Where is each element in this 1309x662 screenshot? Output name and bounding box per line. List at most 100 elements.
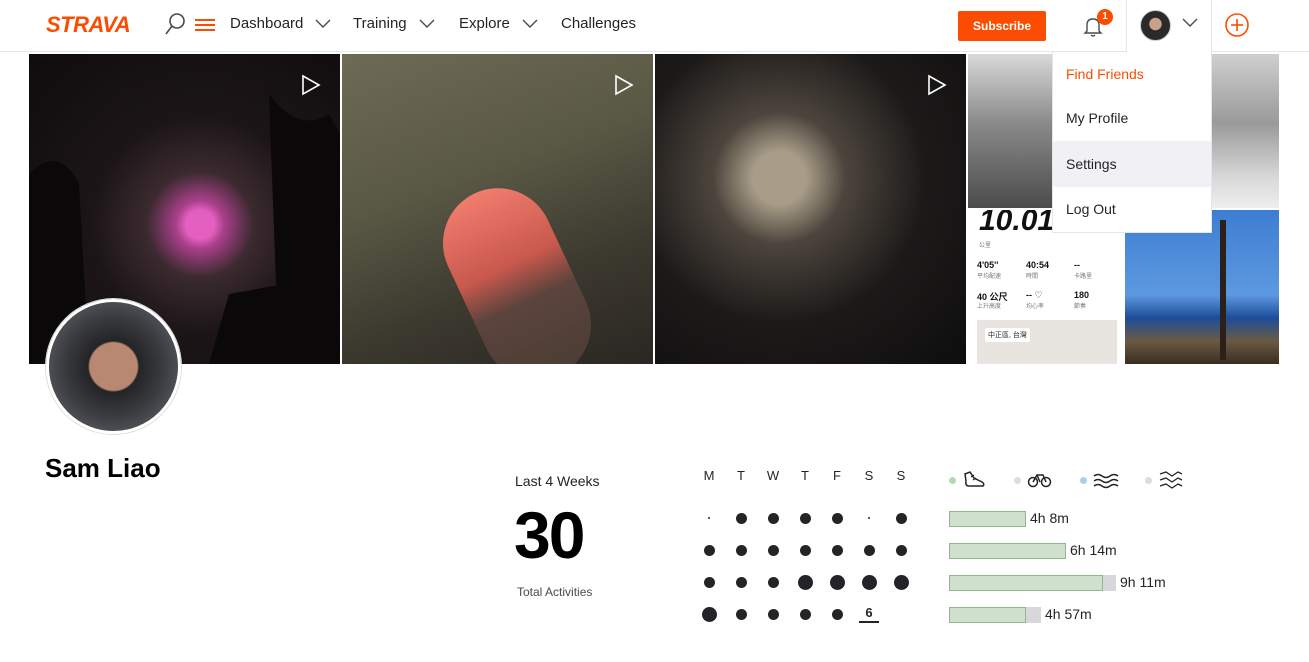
chevron-down-icon [1182,18,1198,27]
weekly-time-label: 4h 57m [1045,606,1092,622]
weekly-time-bar-fill [949,607,1026,623]
run-shoe-icon [964,471,985,487]
day-header: T [801,468,809,483]
activity-day-dot[interactable] [735,576,747,588]
notification-badge: 1 [1097,9,1113,25]
activity-day-dot[interactable] [831,512,843,524]
play-icon[interactable] [301,74,321,96]
photo-stat-label: 平均配速 [977,274,1002,280]
other-activity-icon [1159,471,1183,489]
photo-stat-label: 卡路里 [1074,274,1093,280]
activity-day-dot[interactable] [703,544,715,556]
chevron-down-icon [522,19,538,28]
user-menu-toggle[interactable] [1126,0,1212,53]
photo-distance: 10.01 [979,210,1055,237]
activity-photo[interactable] [342,54,653,364]
activity-day-dot[interactable] [735,544,747,556]
sport-status-dot [1145,477,1152,484]
activity-day-dot[interactable] [893,574,909,590]
activity-day-dot[interactable] [863,544,875,556]
today-marker: 6 [859,605,879,623]
photo-subject [424,170,610,364]
photo-stat-value: 40:54 [1026,260,1050,270]
activity-day-dot[interactable] [767,576,779,588]
subscribe-button[interactable]: Subscribe [958,11,1046,41]
photo-stat-value: -- [1074,260,1080,270]
sport-toggle[interactable] [1014,468,1054,492]
activity-day-dot[interactable] [831,544,843,556]
sport-toggle[interactable] [1145,468,1185,492]
activity-day-dot[interactable] [861,574,877,590]
menu-item-my-profile[interactable]: My Profile [1053,96,1211,140]
photo-map: 中正區, 台灣 [977,320,1117,364]
swim-icon [1093,473,1119,489]
activity-day-dot[interactable] [868,517,870,519]
activity-day-dot[interactable] [799,608,811,620]
tree-trunk [1220,220,1226,360]
activity-day-dot[interactable] [799,512,811,524]
nav-training-label: Training [353,15,407,32]
activity-day-dot[interactable] [831,608,843,620]
sport-status-dot [1014,477,1021,484]
activity-day-dot[interactable] [735,512,747,524]
user-dropdown-menu: Find Friends My Profile Settings Log Out [1052,52,1212,233]
weekly-time-bar [949,543,1066,559]
activity-day-dot[interactable] [829,574,845,590]
photo-stat-label: 上升高度 [977,304,1002,310]
day-header: F [833,468,841,483]
nav-dashboard[interactable]: Dashboard [230,15,331,32]
nav-training[interactable]: Training [353,15,435,32]
total-activities-count: 30 [514,498,585,572]
weekly-time-label: 4h 8m [1030,510,1069,526]
photo-stat-label: 均心率 [1026,304,1045,310]
athlete-name: Sam Liao [45,453,161,483]
nav-challenges[interactable]: Challenges [561,15,636,32]
activity-photo[interactable] [1125,210,1279,364]
activity-day-dot[interactable] [703,576,715,588]
day-header: T [737,468,745,483]
strava-logo[interactable]: STRAVA [46,12,131,38]
photo-stat-label: 節奏 [1074,304,1087,310]
activity-day-dot[interactable] [767,512,779,524]
activity-photo-stats[interactable]: 10.01 公里 4'05'' 平均配速 40:54 時間 -- 卡路里 40 … [977,210,1117,364]
sport-status-dot [949,477,956,484]
sport-status-dot [1080,477,1087,484]
day-header: S [864,468,874,483]
play-icon[interactable] [927,74,947,96]
activity-day-dot[interactable] [767,544,779,556]
activity-day-dot[interactable] [701,606,717,622]
search-icon[interactable] [164,12,186,36]
menu-item-find-friends[interactable]: Find Friends [1053,52,1211,96]
activity-day-dot[interactable] [895,512,907,524]
play-icon[interactable] [614,74,634,96]
nav-explore-label: Explore [459,15,510,32]
activity-day-dot[interactable] [797,574,813,590]
activity-day-dot[interactable] [895,544,907,556]
period-label: Last 4 Weeks [515,473,600,489]
add-activity-icon[interactable] [1224,12,1250,38]
activity-day-dot[interactable] [735,608,747,620]
menu-item-log-out[interactable]: Log Out [1053,187,1211,231]
activity-day-dot[interactable] [799,544,811,556]
weekly-time-bar-fill [949,543,1066,559]
day-header: M [703,468,715,483]
weekly-time-bar [949,575,1116,591]
weekly-time-bar [949,607,1041,623]
photo-map-label: 中正區, 台灣 [985,328,1030,342]
bike-icon [1027,474,1052,488]
total-activities-label: Total Activities [517,585,593,599]
sport-toggle[interactable] [1080,468,1120,492]
nav-challenges-label: Challenges [561,15,637,32]
weekly-time-bar-fill [949,575,1103,591]
top-nav: STRAVA Dashboard Training Explore Challe… [0,0,1309,53]
menu-item-settings[interactable]: Settings [1053,141,1211,187]
activity-day-dot[interactable] [767,608,779,620]
hamburger-menu-icon[interactable] [195,17,215,33]
day-header: S [896,468,906,483]
sport-toggle[interactable] [949,468,989,492]
activity-photo[interactable] [655,54,966,364]
nav-dashboard-label: Dashboard [230,15,304,32]
activity-day-dot[interactable] [708,517,710,519]
nav-explore[interactable]: Explore [459,15,538,32]
profile-avatar[interactable] [46,299,181,434]
